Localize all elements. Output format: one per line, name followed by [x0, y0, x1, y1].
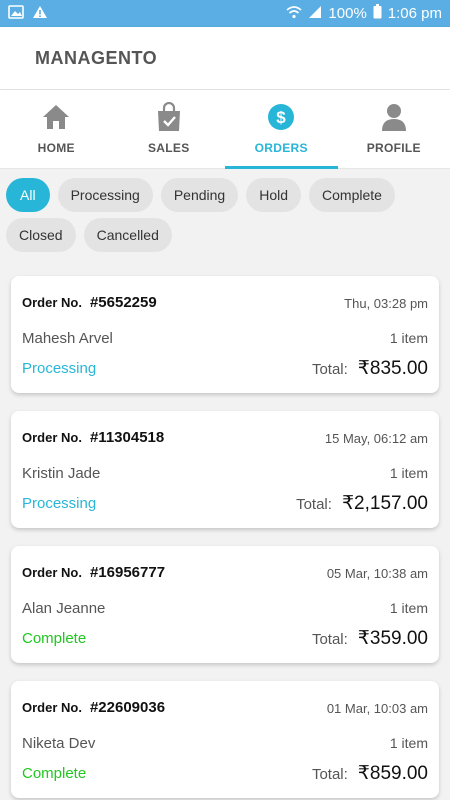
total-label: Total:	[311, 360, 348, 378]
order-id: #16956777	[89, 564, 166, 581]
order-status: Processing	[22, 359, 97, 377]
clock: 1:06 pm	[387, 5, 442, 22]
customer-name: Kristin Jade	[22, 464, 101, 482]
tab-profile-label: PROFILE	[366, 141, 421, 155]
shopping-bag-icon	[154, 102, 184, 132]
total-amount: ₹835.00	[357, 357, 428, 379]
total-label: Total:	[296, 495, 332, 513]
customer-name: Mahesh Arvel	[22, 329, 113, 347]
order-date: 01 Mar, 10:03 am	[326, 700, 428, 716]
item-count: 1 item	[389, 735, 428, 751]
filter-chip-all[interactable]: All	[6, 178, 50, 212]
order-card[interactable]: Order No. #22609036 01 Mar, 10:03 am Nike…	[11, 681, 439, 798]
tab-home[interactable]: HOME	[0, 90, 113, 168]
order-date: Thu, 03:28 pm	[344, 295, 428, 311]
order-status: Complete	[22, 764, 87, 782]
order-id: #11304518	[89, 429, 165, 446]
order-date: 15 May, 06:12 am	[324, 430, 428, 446]
item-count: 1 item	[389, 330, 428, 346]
customer-name: Alan Jeanne	[22, 599, 106, 617]
total-label: Total:	[311, 765, 348, 783]
order-card[interactable]: Order No. #11304518 15 May, 06:12 am Kris…	[11, 411, 439, 528]
home-icon	[41, 102, 71, 132]
filter-chip-processing[interactable]: Processing	[57, 178, 153, 212]
order-status: Processing	[22, 494, 97, 512]
order-card[interactable]: Order No. #5652259 Thu, 03:28 pm Mahesh A…	[11, 276, 439, 393]
dollar-icon: $	[266, 102, 296, 132]
app-bar: MANAGENTO	[0, 27, 450, 89]
total-amount: ₹2,157.00	[341, 492, 428, 514]
image-icon	[8, 4, 24, 23]
total-label: Total:	[311, 630, 348, 648]
tab-bar: HOME SALES $ ORDERS PROFILE	[0, 90, 450, 169]
filter-chip-pending[interactable]: Pending	[160, 178, 239, 212]
user-icon	[379, 102, 409, 132]
status-filter-bar: All Processing Pending Hold Complete Clo…	[0, 178, 450, 252]
warning-icon	[32, 5, 48, 23]
tab-orders-label: ORDERS	[254, 141, 308, 155]
app-title: MANAGENTO	[35, 47, 158, 68]
item-count: 1 item	[389, 600, 428, 616]
battery-percent: 100%	[328, 5, 367, 22]
order-date: 05 Mar, 10:38 am	[326, 565, 428, 581]
item-count: 1 item	[389, 465, 428, 481]
tab-orders[interactable]: $ ORDERS	[225, 90, 338, 169]
order-status: Complete	[22, 629, 87, 647]
filter-chip-complete[interactable]: Complete	[309, 178, 395, 212]
orders-list: Order No. #5652259 Thu, 03:28 pm Mahesh A…	[11, 276, 439, 800]
battery-icon	[373, 4, 382, 23]
filter-chip-closed[interactable]: Closed	[6, 218, 76, 252]
tab-profile[interactable]: PROFILE	[338, 90, 450, 168]
order-id: #5652259	[89, 294, 157, 311]
total-amount: ₹859.00	[357, 762, 428, 784]
order-no-label: Order No.	[22, 565, 82, 580]
tab-sales-label: SALES	[147, 141, 190, 155]
status-bar: 100% 1:06 pm	[0, 0, 450, 27]
order-no-label: Order No.	[22, 295, 82, 310]
order-no-label: Order No.	[22, 430, 82, 445]
filter-chip-hold[interactable]: Hold	[246, 178, 302, 212]
wifi-icon	[286, 5, 302, 23]
customer-name: Niketa Dev	[22, 734, 96, 752]
filter-chip-cancelled[interactable]: Cancelled	[83, 218, 172, 252]
svg-text:$: $	[277, 108, 287, 127]
signal-icon	[308, 5, 322, 23]
total-amount: ₹359.00	[357, 627, 428, 649]
order-card[interactable]: Order No. #16956777 05 Mar, 10:38 am Alan…	[11, 546, 439, 663]
order-no-label: Order No.	[22, 700, 82, 715]
tab-home-label: HOME	[37, 141, 75, 155]
order-id: #22609036	[89, 699, 166, 716]
tab-sales[interactable]: SALES	[113, 90, 226, 168]
